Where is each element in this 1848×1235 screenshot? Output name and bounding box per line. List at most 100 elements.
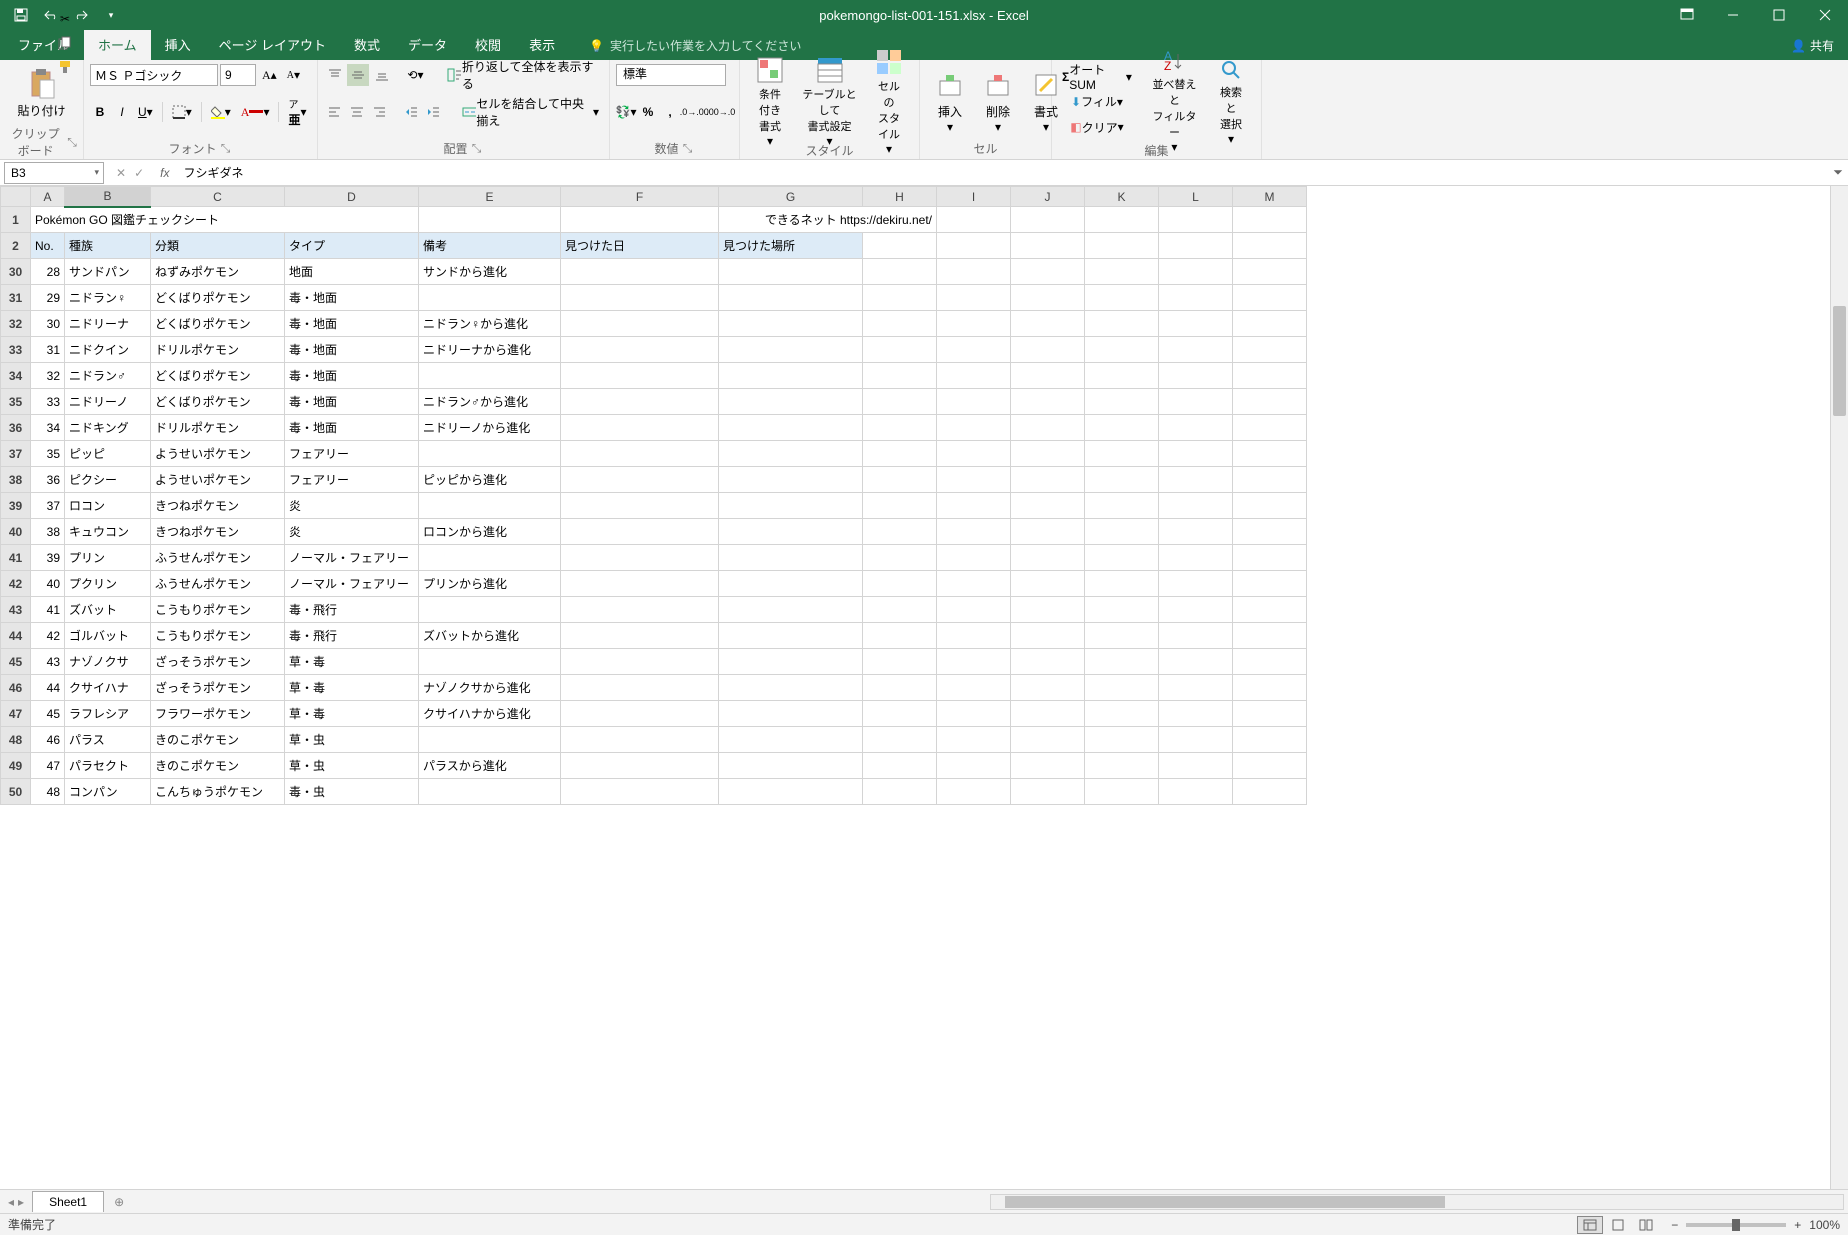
cell[interactable] <box>561 753 719 779</box>
cell[interactable] <box>719 441 863 467</box>
cell[interactable] <box>1233 441 1307 467</box>
cell[interactable] <box>1011 545 1085 571</box>
cell[interactable] <box>561 675 719 701</box>
cell[interactable] <box>1159 753 1233 779</box>
cell[interactable]: ラフレシア <box>65 701 151 727</box>
cell[interactable] <box>1085 259 1159 285</box>
cell[interactable] <box>937 727 1011 753</box>
cell[interactable] <box>1011 337 1085 363</box>
cell[interactable] <box>719 701 863 727</box>
bold-button[interactable]: B <box>90 101 110 123</box>
cell[interactable] <box>1085 493 1159 519</box>
cell[interactable] <box>561 519 719 545</box>
cell[interactable] <box>1159 389 1233 415</box>
cell[interactable] <box>1011 623 1085 649</box>
cell[interactable] <box>719 389 863 415</box>
cell[interactable] <box>1011 597 1085 623</box>
cell[interactable] <box>719 285 863 311</box>
cell[interactable] <box>863 337 937 363</box>
cell[interactable] <box>1085 337 1159 363</box>
row-header[interactable]: 37 <box>1 441 31 467</box>
cell[interactable] <box>1159 337 1233 363</box>
cell[interactable]: どくばりポケモン <box>151 285 285 311</box>
cell[interactable]: フェアリー <box>285 467 419 493</box>
row-header[interactable]: 47 <box>1 701 31 727</box>
cell[interactable] <box>863 675 937 701</box>
cell[interactable] <box>937 701 1011 727</box>
save-button[interactable] <box>8 3 34 27</box>
cell[interactable] <box>1159 441 1233 467</box>
cell[interactable]: きのこポケモン <box>151 727 285 753</box>
cell[interactable]: ニドリーナから進化 <box>419 337 561 363</box>
cell[interactable]: 38 <box>31 519 65 545</box>
cell[interactable]: 41 <box>31 597 65 623</box>
cell[interactable]: 草・虫 <box>285 753 419 779</box>
cell[interactable] <box>1159 571 1233 597</box>
cell[interactable] <box>1233 233 1307 259</box>
row-header[interactable]: 36 <box>1 415 31 441</box>
column-header[interactable]: E <box>419 187 561 207</box>
cell[interactable] <box>1233 467 1307 493</box>
cell[interactable]: 30 <box>31 311 65 337</box>
cell[interactable] <box>1085 233 1159 259</box>
cell[interactable]: コンパン <box>65 779 151 805</box>
cell[interactable] <box>863 441 937 467</box>
enter-formula-button[interactable]: ✓ <box>134 166 144 180</box>
number-launcher[interactable]: ⤡ <box>681 142 695 156</box>
vertical-scrollbar[interactable] <box>1830 186 1848 1189</box>
cell[interactable] <box>1085 467 1159 493</box>
cell[interactable] <box>1011 311 1085 337</box>
row-header[interactable]: 44 <box>1 623 31 649</box>
cell[interactable] <box>937 415 1011 441</box>
cell[interactable]: ねずみポケモン <box>151 259 285 285</box>
cell[interactable]: 毒・地面 <box>285 311 419 337</box>
cell[interactable] <box>1159 675 1233 701</box>
cell[interactable]: どくばりポケモン <box>151 389 285 415</box>
cell[interactable]: 毒・地面 <box>285 389 419 415</box>
cell[interactable] <box>719 259 863 285</box>
cell[interactable] <box>719 597 863 623</box>
sort-filter-button[interactable]: AZ並べ替えと フィルター▾ <box>1142 64 1207 140</box>
autosum-button[interactable]: Σ オート SUM ▾ <box>1058 66 1136 88</box>
align-launcher[interactable]: ⤡ <box>470 142 484 156</box>
cell[interactable] <box>1011 493 1085 519</box>
cell[interactable] <box>1159 259 1233 285</box>
cell[interactable] <box>863 597 937 623</box>
spreadsheet-grid[interactable]: ABCDEFGHIJKLM 1 Pokémon GO 図鑑チェックシート できる… <box>0 186 1830 1189</box>
cell[interactable] <box>1159 649 1233 675</box>
cell[interactable] <box>1159 779 1233 805</box>
expand-formula-button[interactable]: ⏷ <box>1828 165 1848 180</box>
cell[interactable] <box>719 363 863 389</box>
cell[interactable] <box>1159 545 1233 571</box>
cell[interactable]: 35 <box>31 441 65 467</box>
cell[interactable]: プクリン <box>65 571 151 597</box>
cell[interactable]: ニドリーナ <box>65 311 151 337</box>
cell[interactable]: 48 <box>31 779 65 805</box>
column-header[interactable]: M <box>1233 187 1307 207</box>
row-header[interactable]: 40 <box>1 519 31 545</box>
cell[interactable]: こうもりポケモン <box>151 597 285 623</box>
row-header[interactable]: 35 <box>1 389 31 415</box>
cell[interactable] <box>1233 337 1307 363</box>
cell[interactable]: きつねポケモン <box>151 493 285 519</box>
cell[interactable]: どくばりポケモン <box>151 363 285 389</box>
cell[interactable] <box>419 597 561 623</box>
close-button[interactable] <box>1802 0 1848 30</box>
cell[interactable]: キュウコン <box>65 519 151 545</box>
cell[interactable] <box>1233 363 1307 389</box>
formula-input[interactable]: フシギダネ <box>177 164 1828 181</box>
font-color-button[interactable]: A▾ <box>237 101 274 123</box>
cell[interactable] <box>937 285 1011 311</box>
cell[interactable]: ふうせんポケモン <box>151 545 285 571</box>
cell[interactable] <box>937 675 1011 701</box>
cell[interactable] <box>1233 207 1307 233</box>
cell[interactable]: 毒・虫 <box>285 779 419 805</box>
cell[interactable]: クサイハナから進化 <box>419 701 561 727</box>
cell[interactable] <box>1233 285 1307 311</box>
cell[interactable]: 備考 <box>419 233 561 259</box>
row-header[interactable]: 45 <box>1 649 31 675</box>
cell[interactable] <box>561 571 719 597</box>
cell[interactable] <box>1085 441 1159 467</box>
cell[interactable] <box>937 207 1011 233</box>
row-header[interactable]: 34 <box>1 363 31 389</box>
